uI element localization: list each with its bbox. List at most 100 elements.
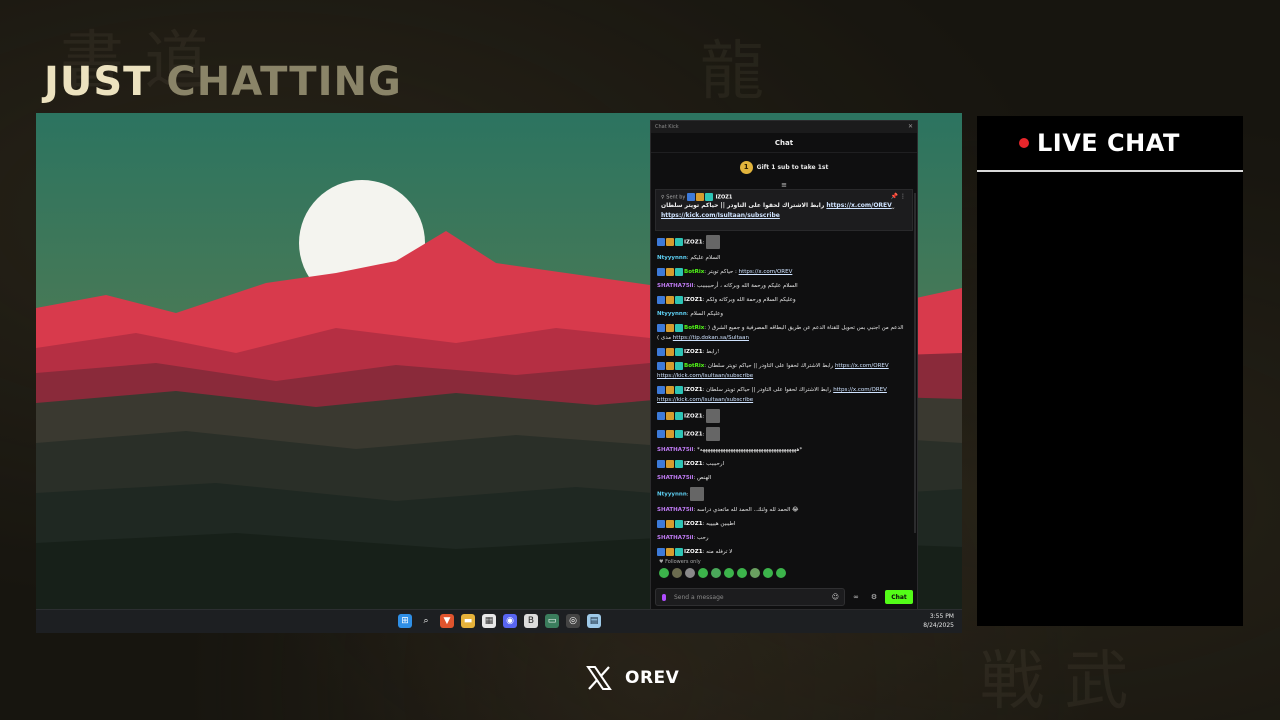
verified-badge-icon bbox=[657, 323, 665, 332]
emote-icon[interactable] bbox=[685, 568, 695, 578]
chat-message[interactable]: BotRix: رابط الاشتراك لحقوا على التاودر … bbox=[657, 361, 911, 381]
chat-username[interactable]: SHATHA75il bbox=[657, 447, 693, 453]
chat-message[interactable]: IZOZ1: bbox=[657, 409, 911, 423]
chat-message-text: رابط! bbox=[706, 349, 720, 355]
chat-scrollbar[interactable] bbox=[914, 193, 916, 533]
pinned-message[interactable]: ⚲ Sent by IZOZ1 رابط الاشتراك لحقوا على … bbox=[655, 189, 913, 231]
search-icon[interactable]: ⌕ bbox=[419, 614, 433, 628]
chat-message[interactable]: BotRix: حياكم تويتر : https://x.com/OREV bbox=[657, 267, 911, 277]
live-indicator-icon bbox=[1019, 138, 1029, 148]
chat-message[interactable]: IZOZ1: ارحبببب bbox=[657, 459, 911, 469]
pinned-sent-by-label: Sent by bbox=[666, 194, 686, 201]
discord-icon[interactable]: ◉ bbox=[503, 614, 517, 628]
chat-username[interactable]: IZOZ1 bbox=[684, 240, 703, 246]
chat-username[interactable]: BotRix bbox=[684, 325, 704, 331]
send-chat-button[interactable]: Chat bbox=[885, 590, 913, 604]
emote-icon[interactable] bbox=[737, 568, 747, 578]
emote-icon[interactable] bbox=[698, 568, 708, 578]
kick-chat-window: Chat Kick ✕ Chat 1 Gift 1 sub to take 1s… bbox=[650, 120, 918, 610]
chat-username[interactable]: Ntyyynnn bbox=[657, 311, 687, 317]
loop-icon[interactable]: ∞ bbox=[849, 593, 863, 601]
chat-message[interactable]: SHATHA75il: رحب bbox=[657, 533, 911, 543]
chat-username[interactable]: IZOZ1 bbox=[684, 461, 703, 467]
unpin-icon[interactable]: 📌 bbox=[891, 193, 898, 200]
chat-message[interactable]: SHATHA75il: السلام عليكم ورحمة الله وبرك… bbox=[657, 281, 911, 291]
chat-link[interactable]: https://kick.com/Isultaan/subscribe bbox=[657, 397, 753, 403]
chat-username[interactable]: Ntyyynnn bbox=[657, 255, 687, 261]
stream-category-title: JUST CHATTING bbox=[44, 58, 402, 106]
chat-message[interactable]: Ntyyynnn: السلام عليكم bbox=[657, 253, 911, 263]
chat-username[interactable]: IZOZ1 bbox=[684, 349, 703, 355]
close-icon[interactable]: ✕ bbox=[908, 123, 913, 130]
chat-message[interactable]: Ntyyynnn: bbox=[657, 487, 911, 501]
chat-message[interactable]: IZOZ1: bbox=[657, 427, 911, 441]
pinned-link-kick[interactable]: https://kick.com/Isultaan/subscribe bbox=[661, 212, 780, 219]
more-options-icon[interactable]: ⋮ bbox=[900, 193, 906, 200]
browser-icon[interactable]: ▼ bbox=[440, 614, 454, 628]
chat-username[interactable]: BotRix bbox=[684, 363, 704, 369]
gift-sub-banner[interactable]: 1 Gift 1 sub to take 1st bbox=[651, 153, 917, 181]
chat-message[interactable]: BotRix: الدعم من اجنبي بس تحويل للقناة ا… bbox=[657, 323, 911, 343]
chat-header: Chat bbox=[651, 133, 917, 153]
emote-icon[interactable] bbox=[711, 568, 721, 578]
chat-username[interactable]: Ntyyynnn bbox=[657, 492, 687, 498]
start-icon[interactable]: ⊞ bbox=[398, 614, 412, 628]
emote-icon[interactable] bbox=[659, 568, 669, 578]
chevron-down-icon[interactable]: ⌄ bbox=[891, 204, 906, 211]
chat-username[interactable]: SHATHA75il bbox=[657, 475, 693, 481]
crown-badge-icon bbox=[666, 459, 674, 468]
chat-message[interactable]: IZOZ1: وعليكم السلام ورحمة الله وبركاته … bbox=[657, 295, 911, 305]
chat-message[interactable]: IZOZ1: رابط الاشتراك لحقوا على التاودر |… bbox=[657, 385, 911, 405]
chat-username[interactable]: IZOZ1 bbox=[684, 521, 703, 527]
settings-gear-icon[interactable]: ⚙ bbox=[867, 593, 881, 601]
emoji-icon[interactable]: ☺ bbox=[832, 593, 839, 601]
chat-message[interactable]: SHATHA75il: الحمد لله ولنك.. الحمد لله م… bbox=[657, 505, 911, 515]
chat-link[interactable]: https://x.com/OREV bbox=[833, 387, 887, 393]
chat-message-text: لا ترفله منه bbox=[706, 549, 733, 555]
chat-username[interactable]: IZOZ1 bbox=[684, 432, 703, 438]
chat-link[interactable]: https://x.com/OREV bbox=[835, 363, 889, 369]
verified-badge-icon bbox=[657, 385, 665, 394]
chat-message[interactable]: IZOZ1: bbox=[657, 235, 911, 249]
sub-badge-icon bbox=[675, 267, 683, 276]
app-b-icon[interactable]: B bbox=[524, 614, 538, 628]
mic-icon[interactable] bbox=[662, 593, 666, 601]
chat-message-text: الهنص bbox=[697, 475, 712, 481]
chat-username[interactable]: SHATHA75il bbox=[657, 535, 693, 541]
emote-icon[interactable] bbox=[763, 568, 773, 578]
app-doc-icon[interactable]: ▤ bbox=[587, 614, 601, 628]
chat-message[interactable]: IZOZ1: اطيبين هييييه bbox=[657, 519, 911, 529]
chat-username[interactable]: SHATHA75il bbox=[657, 283, 693, 289]
chat-message-input[interactable]: Send a message ☺ bbox=[655, 588, 845, 606]
app-window-icon[interactable]: ▭ bbox=[545, 614, 559, 628]
live-chat-header: LIVE CHAT bbox=[977, 116, 1243, 172]
pinned-link-x[interactable]: https://x.com/OREV bbox=[826, 202, 891, 209]
emote-icon[interactable] bbox=[776, 568, 786, 578]
chat-username[interactable]: BotRix bbox=[684, 269, 704, 275]
chat-message[interactable]: IZOZ1: لا ترفله منه bbox=[657, 547, 911, 557]
store-icon[interactable]: ▦ bbox=[482, 614, 496, 628]
obs-icon[interactable]: ◎ bbox=[566, 614, 580, 628]
sub-badge-icon bbox=[675, 459, 683, 468]
filter-icon[interactable]: ≡ bbox=[651, 181, 917, 189]
chat-username[interactable]: IZOZ1 bbox=[684, 414, 703, 420]
verified-badge-icon bbox=[657, 547, 665, 556]
pinned-sender-name[interactable]: IZOZ1 bbox=[716, 195, 733, 201]
chat-message[interactable]: SHATHA75il: *ههههههههههههههههههههههههههه… bbox=[657, 445, 911, 455]
chat-username[interactable]: SHATHA75il bbox=[657, 507, 693, 513]
chat-username[interactable]: IZOZ1 bbox=[684, 387, 703, 393]
emote-icon[interactable] bbox=[724, 568, 734, 578]
heart-icon: ♥ bbox=[659, 559, 664, 565]
crown-badge-icon bbox=[666, 267, 674, 276]
chat-username[interactable]: IZOZ1 bbox=[684, 297, 703, 303]
emote-icon[interactable] bbox=[750, 568, 760, 578]
chat-link[interactable]: https://x.com/OREV bbox=[739, 269, 793, 275]
chat-link[interactable]: https://kick.com/Isultaan/subscribe bbox=[657, 373, 753, 379]
chat-message[interactable]: Ntyyynnn: وعليكم السلام bbox=[657, 309, 911, 319]
file-explorer-icon[interactable]: ▬ bbox=[461, 614, 475, 628]
chat-username[interactable]: IZOZ1 bbox=[684, 549, 703, 555]
chat-message[interactable]: IZOZ1: رابط! bbox=[657, 347, 911, 357]
chat-message[interactable]: SHATHA75il: الهنص bbox=[657, 473, 911, 483]
chat-link[interactable]: https://tip.dokan.sa/Sultaan bbox=[673, 335, 749, 341]
emote-icon[interactable] bbox=[672, 568, 682, 578]
